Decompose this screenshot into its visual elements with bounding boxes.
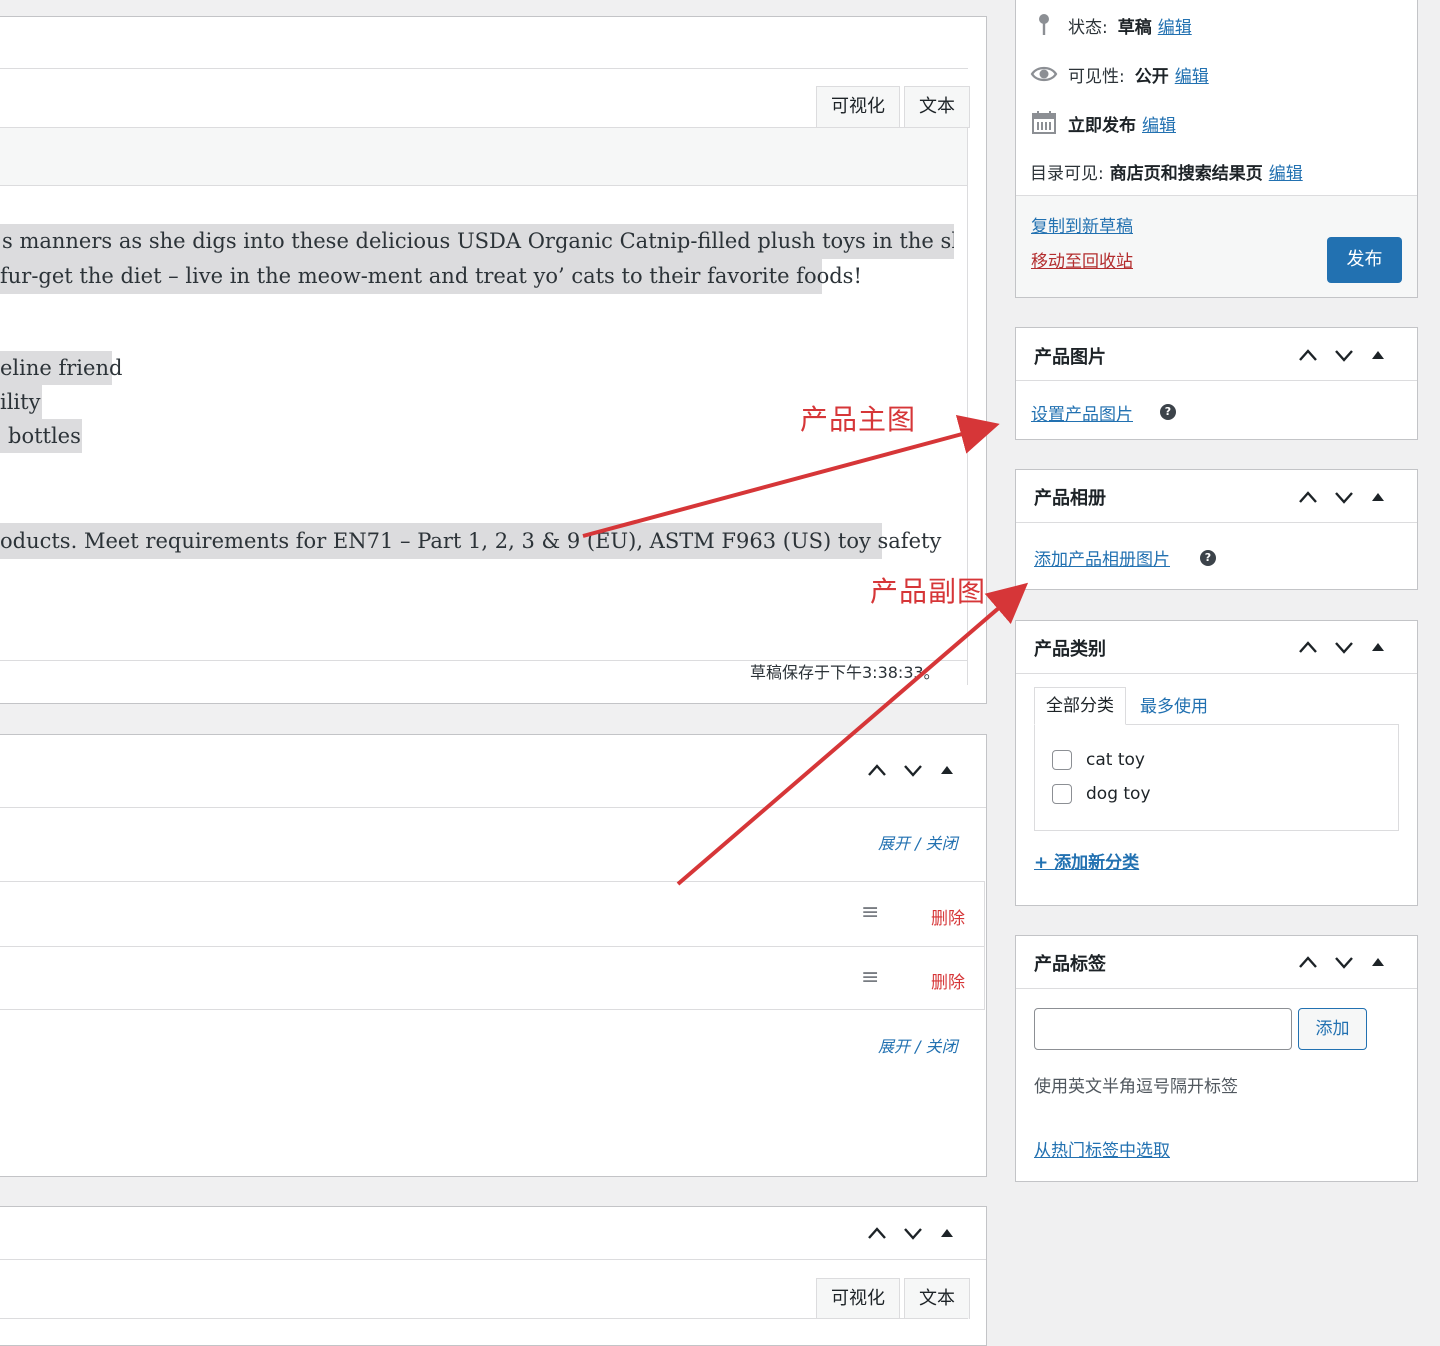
catalog-visibility-value: 商店页和搜索结果页 bbox=[1109, 164, 1263, 184]
add-gallery-images-link[interactable]: 添加产品相册图片 bbox=[1034, 545, 1170, 570]
move-up-icon[interactable] bbox=[1297, 954, 1319, 970]
category-label: dog toy bbox=[1086, 784, 1151, 804]
help-icon[interactable]: ? bbox=[1200, 550, 1216, 566]
move-down-icon[interactable] bbox=[1333, 489, 1355, 505]
panel-controls bbox=[866, 1225, 956, 1241]
category-label: cat toy bbox=[1086, 750, 1145, 770]
add-tag-button[interactable]: 添加 bbox=[1298, 1008, 1367, 1050]
panel-controls bbox=[866, 762, 956, 778]
tag-input[interactable] bbox=[1034, 1008, 1292, 1050]
category-checklist bbox=[1034, 724, 1399, 831]
panel-header-divider bbox=[1016, 522, 1417, 523]
visibility-value: 公开 bbox=[1134, 66, 1169, 87]
move-up-icon[interactable] bbox=[866, 1225, 888, 1241]
expand-close-link[interactable]: 展开 / 关闭 bbox=[878, 1033, 958, 1057]
move-up-icon[interactable] bbox=[866, 762, 888, 778]
category-item[interactable]: dog toy bbox=[1052, 784, 1151, 804]
content-line: ility bbox=[0, 385, 42, 419]
status-label: 状态: bbox=[1068, 17, 1108, 38]
product-gallery-title: 产品相册 bbox=[1034, 488, 1106, 509]
choose-popular-tags-link[interactable]: 从热门标签中选取 bbox=[1034, 1136, 1170, 1161]
move-down-icon[interactable] bbox=[1333, 639, 1355, 655]
help-icon[interactable]: ? bbox=[1160, 404, 1176, 420]
category-item[interactable]: cat toy bbox=[1052, 750, 1145, 770]
publish-immediately-label: 立即发布 bbox=[1068, 115, 1136, 136]
move-down-icon[interactable] bbox=[1333, 347, 1355, 363]
publish-date-row: 立即发布 编辑 bbox=[1030, 110, 1176, 136]
copy-to-draft-link[interactable]: 复制到新草稿 bbox=[1031, 212, 1133, 237]
status-row: 状态: 草稿 编辑 bbox=[1030, 12, 1192, 38]
move-to-trash-link[interactable]: 移动至回收站 bbox=[1031, 247, 1133, 272]
product-categories-title: 产品类别 bbox=[1034, 639, 1106, 660]
status-value: 草稿 bbox=[1117, 17, 1152, 38]
tab-most-used[interactable]: 最多使用 bbox=[1140, 692, 1208, 717]
toggle-panel-icon[interactable] bbox=[1369, 489, 1387, 505]
panel-header-divider bbox=[1016, 673, 1417, 674]
calendar-icon bbox=[1032, 111, 1056, 134]
panel-header-divider bbox=[1016, 988, 1417, 989]
move-down-icon[interactable] bbox=[902, 1225, 924, 1241]
set-product-image-link[interactable]: 设置产品图片 bbox=[1031, 400, 1133, 425]
tab-visual[interactable]: 可视化 bbox=[816, 86, 900, 128]
content-line: bottles bbox=[0, 419, 82, 453]
move-up-icon[interactable] bbox=[1297, 639, 1319, 655]
category-checkbox[interactable] bbox=[1052, 750, 1072, 770]
content-line: fur-get the diet – live in the meow-ment… bbox=[0, 259, 862, 294]
toggle-panel-icon[interactable] bbox=[1369, 639, 1387, 655]
tab-text[interactable]: 文本 bbox=[904, 86, 970, 128]
attribute-row: ≡ 删除 bbox=[0, 881, 985, 947]
publish-button[interactable]: 发布 bbox=[1327, 237, 1402, 283]
visibility-row: 可见性: 公开 编辑 bbox=[1030, 61, 1209, 87]
edit-catalog-visibility-link[interactable]: 编辑 bbox=[1269, 159, 1303, 184]
attribute-row: ≡ 删除 bbox=[0, 946, 985, 1010]
drag-handle-icon[interactable]: ≡ bbox=[861, 900, 879, 925]
catalog-visibility-label: 目录可见: bbox=[1030, 164, 1104, 184]
panel-controls bbox=[1297, 347, 1387, 363]
tag-hint: 使用英文半角逗号隔开标签 bbox=[1034, 1077, 1238, 1097]
edit-status-link[interactable]: 编辑 bbox=[1158, 13, 1192, 38]
toggle-panel-icon[interactable] bbox=[1369, 954, 1387, 970]
toggle-panel-icon[interactable] bbox=[1369, 347, 1387, 363]
content-line: eline friend bbox=[0, 351, 122, 385]
editor-formatting-toolbar bbox=[0, 128, 967, 186]
eye-icon bbox=[1030, 66, 1058, 82]
move-down-icon[interactable] bbox=[902, 762, 924, 778]
product-tags-title: 产品标签 bbox=[1034, 954, 1106, 975]
panel-header-divider bbox=[1016, 380, 1417, 381]
visibility-label: 可见性: bbox=[1068, 66, 1125, 87]
lower-editor-frame-top bbox=[0, 1318, 968, 1319]
content-line: s manners as she digs into these delicio… bbox=[0, 224, 954, 259]
panel-controls bbox=[1297, 954, 1387, 970]
product-image-title: 产品图片 bbox=[1034, 347, 1106, 368]
panel-controls bbox=[1297, 489, 1387, 505]
move-down-icon[interactable] bbox=[1333, 954, 1355, 970]
pin-icon bbox=[1039, 14, 1049, 35]
catalog-visibility-row: 目录可见: 商店页和搜索结果页 编辑 bbox=[1030, 159, 1303, 184]
move-up-icon[interactable] bbox=[1297, 489, 1319, 505]
move-up-icon[interactable] bbox=[1297, 347, 1319, 363]
main-image-annotation: 产品主图 bbox=[800, 403, 917, 436]
add-new-category-link[interactable]: + 添加新分类 bbox=[1034, 848, 1139, 873]
tab-all-categories[interactable]: 全部分类 bbox=[1034, 687, 1126, 725]
panel-controls bbox=[1297, 639, 1387, 655]
gallery-image-annotation: 产品副图 bbox=[870, 575, 987, 608]
short-description-panel bbox=[0, 1206, 987, 1346]
editor-toolbar-bar bbox=[0, 68, 968, 69]
panel-header-divider bbox=[0, 1259, 986, 1260]
delete-link[interactable]: 删除 bbox=[931, 904, 965, 929]
toggle-panel-icon[interactable] bbox=[938, 762, 956, 778]
edit-publish-date-link[interactable]: 编辑 bbox=[1142, 111, 1176, 136]
content-line: oducts. Meet requirements for EN71 – Par… bbox=[0, 523, 941, 559]
toggle-panel-icon[interactable] bbox=[938, 1225, 956, 1241]
expand-close-link[interactable]: 展开 / 关闭 bbox=[878, 830, 958, 854]
draft-saved-status: 草稿保存于下午3:38:33。 bbox=[750, 663, 940, 682]
edit-visibility-link[interactable]: 编辑 bbox=[1175, 62, 1209, 87]
tab-text[interactable]: 文本 bbox=[904, 1278, 970, 1319]
delete-link[interactable]: 删除 bbox=[931, 968, 965, 993]
panel-header-divider bbox=[0, 807, 986, 808]
drag-handle-icon[interactable]: ≡ bbox=[861, 965, 879, 990]
tab-visual[interactable]: 可视化 bbox=[816, 1278, 900, 1319]
category-checkbox[interactable] bbox=[1052, 784, 1072, 804]
